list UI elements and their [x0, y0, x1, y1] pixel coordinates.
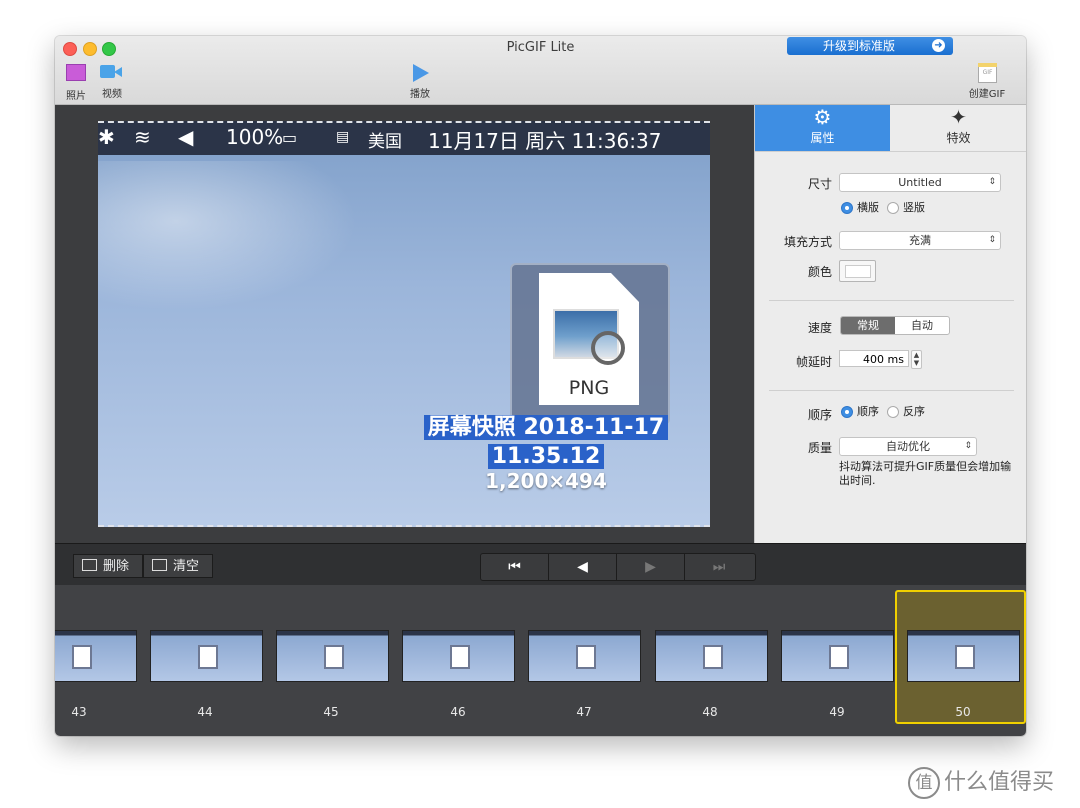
- speed-segmented-control[interactable]: 常规 自动: [840, 316, 950, 335]
- wifi-icon: ≋: [134, 125, 151, 149]
- arrow-left-icon: ◀: [577, 559, 588, 575]
- delete-button[interactable]: 删除: [73, 554, 143, 578]
- speed-auto-option[interactable]: 自动: [895, 317, 949, 334]
- portrait-radio[interactable]: 竖版: [887, 201, 925, 215]
- create-gif-label: 创建GIF: [968, 89, 1006, 100]
- frame-delay-stepper[interactable]: ▲ ▼: [911, 350, 922, 369]
- quality-note: 抖动算法可提升GIF质量但会增加输出时间.: [839, 460, 1012, 487]
- frame-thumbnail[interactable]: [528, 630, 641, 682]
- frame-strip: 43 44 45 46 47 48 49 50: [55, 585, 1026, 736]
- create-gif-button[interactable]: GIF 创建GIF: [966, 62, 1008, 100]
- photos-label: 照片: [66, 91, 86, 102]
- previous-frame-button[interactable]: ◀: [549, 554, 617, 580]
- clear-button[interactable]: 清空: [143, 554, 213, 578]
- file-extension: PNG: [568, 377, 610, 399]
- frame-number: 48: [702, 705, 718, 719]
- frame-navigation: ⏮ ◀ ▶ ⏭: [480, 553, 756, 581]
- frame-thumbnail[interactable]: [781, 630, 894, 682]
- volume-icon: ◀: [178, 125, 194, 149]
- titlebar: PicGIF Lite 升级到标准版 ➜ 照片 视频 播放 GIF 创建GIF: [55, 36, 1026, 105]
- size-label: 尺寸: [807, 177, 832, 191]
- video-toolbar-button[interactable]: 视频: [99, 62, 125, 100]
- order-forward-radio[interactable]: 顺序: [841, 405, 879, 419]
- frame-number: 45: [323, 705, 339, 719]
- play-label: 播放: [410, 89, 430, 100]
- watermark: 值什么值得买: [908, 764, 1054, 799]
- speed-normal-option[interactable]: 常规: [841, 317, 895, 334]
- arrow-right-icon: ▶: [645, 559, 656, 575]
- order-label: 顺序: [807, 408, 832, 422]
- flag-icon: ▤: [336, 129, 350, 145]
- bluetooth-icon: ✱: [98, 125, 115, 149]
- play-toolbar-button[interactable]: 播放: [406, 62, 434, 100]
- magic-wand-icon: ✦: [950, 105, 967, 129]
- last-frame-button[interactable]: ⏭: [685, 554, 753, 580]
- gif-file-icon: GIF: [975, 62, 999, 83]
- frame-number: 50: [955, 705, 971, 719]
- battery-percent: 100%: [226, 125, 284, 149]
- frame-number: 44: [197, 705, 213, 719]
- arrow-right-icon: ➜: [932, 39, 945, 52]
- sidebar-tabs: ⚙ 属性 ✦ 特效: [755, 105, 1026, 152]
- input-language: 美国: [368, 132, 402, 152]
- frame-delay-label: 帧延时: [795, 355, 832, 369]
- color-label: 颜色: [807, 265, 832, 279]
- frame-thumbnail[interactable]: [55, 630, 137, 682]
- skip-back-icon: ⏮: [508, 559, 521, 575]
- tab-properties[interactable]: ⚙ 属性: [755, 105, 890, 151]
- frame-thumbnail[interactable]: [655, 630, 768, 682]
- play-icon: [408, 62, 432, 82]
- frame-thumbnail[interactable]: [150, 630, 263, 682]
- next-frame-button[interactable]: ▶: [617, 554, 685, 580]
- video-label: 视频: [102, 89, 122, 100]
- first-frame-button[interactable]: ⏮: [481, 554, 549, 580]
- photos-toolbar-button[interactable]: 照片: [64, 62, 88, 102]
- battery-icon: ▭: [282, 128, 298, 147]
- photo-icon: [64, 64, 88, 84]
- frame-thumbnail[interactable]: [276, 630, 389, 682]
- quality-select[interactable]: 自动优化 ⇕: [839, 437, 977, 456]
- frame-delay-input[interactable]: 400 ms: [839, 350, 909, 367]
- watermark-logo: 值: [908, 767, 940, 799]
- landscape-radio[interactable]: 横版: [841, 201, 879, 215]
- order-reverse-radio[interactable]: 反序: [887, 405, 925, 419]
- frame-number: 43: [71, 705, 87, 719]
- menubar-datetime: 11月17日 周六 11:36:37: [428, 129, 662, 153]
- fill-mode-select[interactable]: 充满 ⇕: [839, 231, 1001, 250]
- size-select[interactable]: Untitled ⇕: [839, 173, 1001, 192]
- frame-number: 46: [450, 705, 466, 719]
- image-dimensions: 1,200×494: [485, 469, 607, 493]
- frame-thumbnail[interactable]: [402, 630, 515, 682]
- properties-sidebar: ⚙ 属性 ✦ 特效 尺寸 Untitled ⇕ 横版 竖版 填充方式 充满 ⇕ 颜色…: [754, 105, 1026, 543]
- fill-mode-label: 填充方式: [783, 235, 832, 249]
- frame-number: 47: [576, 705, 592, 719]
- gear-icon: ⚙: [813, 105, 832, 129]
- skip-forward-icon: ⏭: [712, 559, 726, 575]
- app-window: PicGIF Lite 升级到标准版 ➜ 照片 视频 播放 GIF 创建GIF …: [55, 36, 1026, 736]
- file-name: 屏幕快照 2018-11-17 11.35.12: [422, 413, 670, 471]
- speed-label: 速度: [807, 321, 832, 335]
- preview-menubar: ✱ ≋ ◀ 100% ▭ ▤ 美国 11月17日 周六 11:36:37: [98, 121, 710, 155]
- png-file-icon: PNG: [510, 263, 670, 425]
- upgrade-label: 升级到标准版: [823, 39, 896, 53]
- frame-number: 49: [829, 705, 845, 719]
- color-swatch[interactable]: [839, 260, 876, 282]
- preview-stage: ✱ ≋ ◀ 100% ▭ ▤ 美国 11月17日 周六 11:36:37 PNG…: [55, 105, 754, 543]
- quality-label: 质量: [807, 441, 832, 455]
- upgrade-button[interactable]: 升级到标准版 ➜: [787, 37, 953, 55]
- frame-controls-bar: 删除 清空 ⏮ ◀ ▶ ⏭: [55, 543, 1026, 586]
- image-icon: [152, 559, 167, 571]
- image-icon: [82, 559, 97, 571]
- frame-thumbnail-selected[interactable]: [907, 630, 1020, 682]
- video-camera-icon: [100, 62, 124, 82]
- tab-effects[interactable]: ✦ 特效: [891, 105, 1026, 151]
